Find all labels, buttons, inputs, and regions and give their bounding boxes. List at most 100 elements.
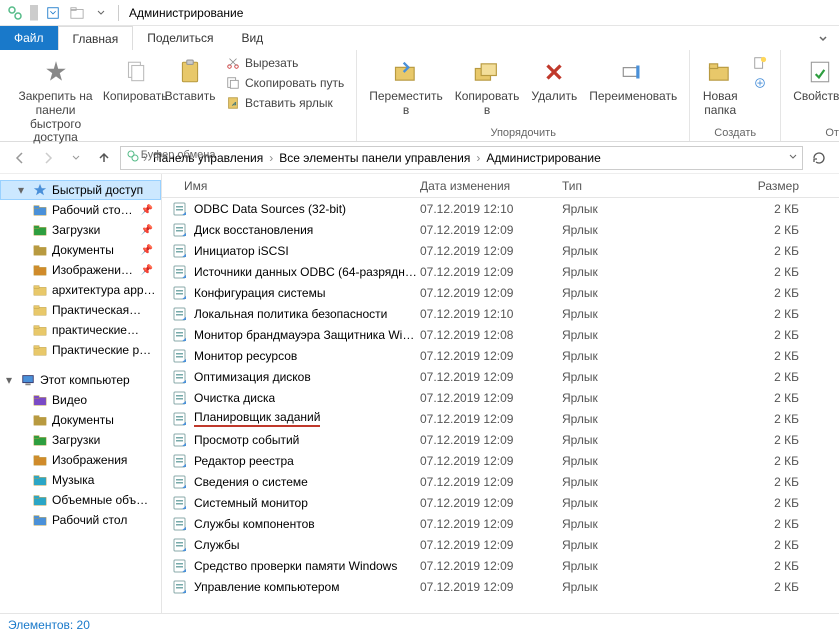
music-icon	[32, 472, 48, 488]
paste-button[interactable]: Вставить	[167, 54, 213, 106]
file-list: Имя Дата изменения Тип Размер ODBC Data …	[162, 174, 839, 613]
tab-home[interactable]: Главная	[58, 26, 134, 50]
col-size[interactable]: Размер	[682, 179, 839, 193]
tab-share[interactable]: Поделиться	[133, 26, 227, 50]
file-row[interactable]: Диск восстановления07.12.2019 12:09Ярлык…	[162, 219, 839, 240]
file-row[interactable]: Службы07.12.2019 12:09Ярлык2 КБ	[162, 534, 839, 555]
file-row[interactable]: Просмотр событий07.12.2019 12:09Ярлык2 К…	[162, 429, 839, 450]
file-row[interactable]: Системный монитор07.12.2019 12:09Ярлык2 …	[162, 492, 839, 513]
organize-group-label: Упорядочить	[365, 125, 681, 139]
refresh-button[interactable]	[807, 146, 831, 170]
shortcut-icon	[172, 453, 188, 469]
sidebar-item[interactable]: Объемные объ…	[0, 490, 161, 510]
sidebar-item[interactable]: Изображения	[0, 450, 161, 470]
shortcut-icon	[172, 516, 188, 532]
file-row[interactable]: Планировщик заданий07.12.2019 12:09Ярлык…	[162, 408, 839, 429]
file-row[interactable]: Источники данных ODBC (64-разрядна…07.12…	[162, 261, 839, 282]
sidebar-item[interactable]: практические…	[0, 320, 161, 340]
col-date[interactable]: Дата изменения	[420, 179, 562, 193]
qat-properties-icon[interactable]	[42, 2, 64, 24]
new-item-button[interactable]	[748, 54, 772, 72]
col-name[interactable]: Имя	[162, 179, 420, 193]
pin-icon: 📌	[141, 265, 157, 276]
sidebar-item[interactable]: Документы📌	[0, 240, 161, 260]
shortcut-icon	[172, 201, 188, 217]
sidebar-item[interactable]: Изображени…📌	[0, 260, 161, 280]
shortcut-icon	[172, 390, 188, 406]
file-row[interactable]: Очистка диска07.12.2019 12:09Ярлык2 КБ	[162, 387, 839, 408]
file-row[interactable]: Управление компьютером07.12.2019 12:09Яр…	[162, 576, 839, 597]
file-row[interactable]: Монитор ресурсов07.12.2019 12:09Ярлык2 К…	[162, 345, 839, 366]
shortcut-icon	[172, 369, 188, 385]
shortcut-icon	[172, 411, 188, 427]
addr-dropdown-icon[interactable]	[788, 151, 798, 165]
ribbon-tabs: Файл Главная Поделиться Вид	[0, 26, 839, 50]
shortcut-icon	[172, 474, 188, 490]
documents-icon	[32, 412, 48, 428]
col-type[interactable]: Тип	[562, 179, 682, 193]
file-row[interactable]: Средство проверки памяти Windows07.12.20…	[162, 555, 839, 576]
shortcut-icon	[172, 495, 188, 511]
tab-file[interactable]: Файл	[0, 26, 58, 50]
file-row[interactable]: Оптимизация дисков07.12.2019 12:09Ярлык2…	[162, 366, 839, 387]
easy-access-button[interactable]	[748, 74, 772, 92]
sidebar-item[interactable]: Рабочий сто…📌	[0, 200, 161, 220]
file-row[interactable]: Инициатор iSCSI07.12.2019 12:09Ярлык2 КБ	[162, 240, 839, 261]
folder-icon	[32, 322, 48, 338]
documents-icon	[32, 242, 48, 258]
pin-icon: 📌	[141, 225, 157, 236]
clipboard-group-label: Буфер обмена	[8, 147, 348, 161]
sidebar-item[interactable]: Загрузки📌	[0, 220, 161, 240]
delete-button[interactable]: Удалить	[527, 54, 581, 106]
sidebar-this-pc[interactable]: ▾ Этот компьютер	[0, 370, 161, 390]
breadcrumb-2[interactable]: Администрирование	[482, 151, 604, 165]
qat-dropdown-icon[interactable]	[90, 2, 112, 24]
copy-to-button[interactable]: Копировать в	[451, 54, 524, 120]
sidebar-item[interactable]: Рабочий стол	[0, 510, 161, 530]
sidebar-item[interactable]: Музыка	[0, 470, 161, 490]
file-row[interactable]: Редактор реестра07.12.2019 12:09Ярлык2 К…	[162, 450, 839, 471]
sidebar-item[interactable]: Видео	[0, 390, 161, 410]
folder-icon	[32, 282, 48, 298]
folder-icon	[32, 342, 48, 358]
sidebar-item[interactable]: Загрузки	[0, 430, 161, 450]
file-row[interactable]: Конфигурация системы07.12.2019 12:09Ярлы…	[162, 282, 839, 303]
ribbon: Закрепить на панели быстрого доступа Коп…	[0, 50, 839, 142]
open-group-label: Откр	[789, 125, 839, 139]
videos-icon	[32, 392, 48, 408]
sidebar-item[interactable]: Практические р…	[0, 340, 161, 360]
shortcut-icon	[172, 327, 188, 343]
file-row[interactable]: Локальная политика безопасности07.12.201…	[162, 303, 839, 324]
file-row[interactable]: Монитор брандмауэра Защитника Win…07.12.…	[162, 324, 839, 345]
window-title: Администрирование	[129, 6, 243, 20]
new-folder-button[interactable]: Новая папка	[698, 54, 742, 120]
shortcut-icon	[172, 264, 188, 280]
sidebar-quick-access[interactable]: ▾ Быстрый доступ	[0, 180, 161, 200]
shortcut-icon	[172, 348, 188, 364]
file-row[interactable]: ODBC Data Sources (32-bit)07.12.2019 12:…	[162, 198, 839, 219]
sidebar-item[interactable]: Практическая…	[0, 300, 161, 320]
desktop-icon	[32, 202, 48, 218]
qat-new-folder-icon[interactable]	[66, 2, 88, 24]
pin-to-quick-access-button[interactable]: Закрепить на панели быстрого доступа	[8, 54, 103, 147]
downloads-icon	[32, 222, 48, 238]
qat-app-icon[interactable]	[4, 2, 26, 24]
paste-shortcut-button[interactable]: Вставить ярлык	[221, 94, 348, 112]
ribbon-collapse-icon[interactable]	[807, 26, 839, 50]
tab-view[interactable]: Вид	[227, 26, 277, 50]
copy-path-button[interactable]: Скопировать путь	[221, 74, 348, 92]
properties-button[interactable]: Свойства	[789, 54, 839, 106]
cut-button[interactable]: Вырезать	[221, 54, 348, 72]
rename-button[interactable]: Переименовать	[585, 54, 681, 106]
folder-icon	[32, 302, 48, 318]
file-row[interactable]: Службы компонентов07.12.2019 12:09Ярлык2…	[162, 513, 839, 534]
copy-button[interactable]: Копировать	[107, 54, 163, 106]
shortcut-icon	[172, 285, 188, 301]
sidebar-item[interactable]: Документы	[0, 410, 161, 430]
move-to-button[interactable]: Переместить в	[365, 54, 447, 120]
downloads-icon	[32, 432, 48, 448]
item-count: Элементов: 20	[8, 618, 90, 632]
sidebar-item[interactable]: архитектура app…	[0, 280, 161, 300]
file-row[interactable]: Сведения о системе07.12.2019 12:09Ярлык2…	[162, 471, 839, 492]
column-headers[interactable]: Имя Дата изменения Тип Размер	[162, 174, 839, 198]
